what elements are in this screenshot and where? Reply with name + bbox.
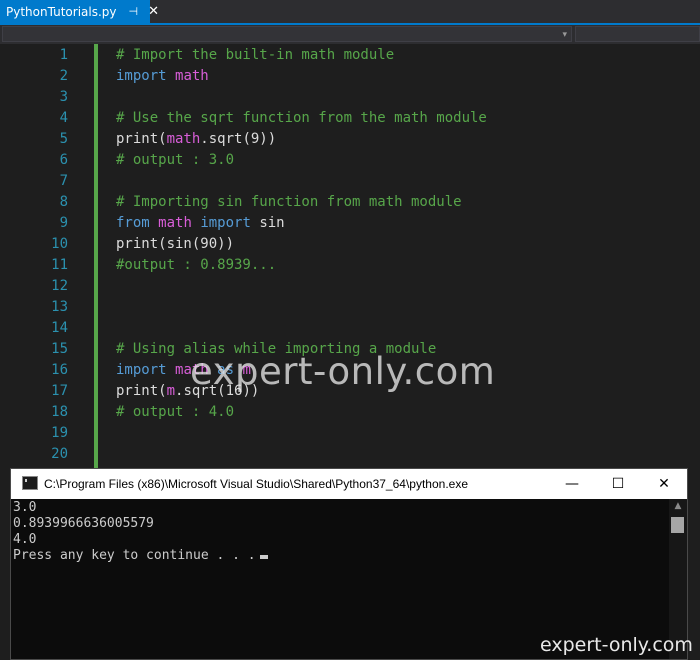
navigation-bar: ▾ [0,25,700,44]
code-token-comment: # Use the sqrt function from the math mo… [116,110,487,126]
code-token-default [167,68,175,84]
code-token-module: math [166,131,201,147]
code-line[interactable]: 2 import math [0,66,700,87]
code-token-comment: # output : 4.0 [116,404,235,420]
code-line[interactable]: 19 [0,423,700,444]
line-number: 1 [59,47,68,63]
line-number: 17 [51,383,68,399]
code-text: #output : 0.8939... [116,255,276,276]
line-number: 4 [59,110,68,126]
code-token-keyword: import [200,215,251,231]
line-number: 14 [51,320,68,336]
code-token-default [150,215,158,231]
code-text: import math [116,66,209,87]
watermark-text: expert-only.com [190,350,496,393]
scrollbar-thumb[interactable] [671,517,684,533]
code-line[interactable]: 7 [0,171,700,192]
code-token-default: print( [116,131,167,147]
console-title-bar[interactable]: C:\Program Files (x86)\Microsoft Visual … [11,469,687,499]
scope-dropdown[interactable]: ▾ [2,26,572,42]
code-line[interactable]: 13 [0,297,700,318]
code-line[interactable]: 12 [0,276,700,297]
chevron-down-icon: ▾ [562,30,567,40]
code-token-comment: #output : 0.8939... [116,257,277,273]
code-text: # Use the sqrt function from the math mo… [116,108,487,129]
code-line[interactable]: 1 # Import the built-in math module [0,45,700,66]
line-number: 5 [59,131,68,147]
tab-python-tutorials[interactable]: PythonTutorials.py ⊣ ✕ [0,0,159,23]
console-window[interactable]: C:\Program Files (x86)\Microsoft Visual … [10,468,688,660]
line-number: 20 [51,446,68,462]
line-number: 10 [51,236,68,252]
line-number: 19 [51,425,68,441]
code-token-keyword: from [116,215,150,231]
code-line[interactable]: 5 print(math.sqrt(9)) [0,129,700,150]
code-token-module: m [166,383,176,399]
code-token-default: print( [116,383,167,399]
scroll-up-icon[interactable]: ▲ [669,501,687,511]
console-line: 3.0 [13,500,37,515]
code-text: print(math.sqrt(9)) [116,129,276,150]
pin-icon[interactable]: ⊣ [129,5,139,18]
code-token-default [167,362,175,378]
minimize-button[interactable]: — [549,469,595,499]
code-line[interactable]: 8 # Importing sin function from math modu… [0,192,700,213]
text-cursor [259,555,268,559]
close-window-button[interactable]: ✕ [641,469,687,499]
console-app-icon [22,476,38,490]
code-line[interactable]: 10 print(sin(90)) [0,234,700,255]
close-tab-icon[interactable]: ✕ [148,4,159,19]
code-token-default: print(sin(90)) [116,236,235,252]
line-number: 8 [59,194,68,210]
maximize-button[interactable]: ☐ [595,469,641,499]
console-line: Press any key to continue . . . [13,548,256,563]
line-number: 2 [59,68,68,84]
code-token-module: math [175,68,209,84]
console-prompt-line: Press any key to continue . . . [13,548,268,564]
member-dropdown[interactable] [575,26,700,42]
code-text: # output : 4.0 [116,402,234,423]
code-line[interactable]: 4 # Use the sqrt function from the math m… [0,108,700,129]
code-text: from math import sin [116,213,285,234]
code-token-default: .sqrt(9)) [200,131,277,147]
line-number: 7 [59,173,68,189]
code-text: # Importing sin function from math modul… [116,192,462,213]
brand-watermark: expert-only.com [540,634,693,656]
code-line[interactable]: 18 # output : 4.0 [0,402,700,423]
code-line[interactable]: 11 #output : 0.8939... [0,255,700,276]
tab-filename: PythonTutorials.py [6,4,117,19]
code-line[interactable]: 14 [0,318,700,339]
line-number: 18 [51,404,68,420]
code-token-module: math [158,215,192,231]
document-tab-bar: PythonTutorials.py ⊣ ✕ [0,0,700,25]
code-text: print(sin(90)) [116,234,234,255]
code-token-keyword: import [116,362,167,378]
code-line[interactable]: 3 [0,87,700,108]
code-token-comment: # output : 3.0 [116,152,235,168]
line-number: 12 [51,278,68,294]
code-editor[interactable]: 1 # Import the built-in math module 2 impor… [0,44,700,468]
code-token-comment: # Import the built-in math module [116,47,395,63]
code-line[interactable]: 9 from math import sin [0,213,700,234]
line-number: 3 [59,89,68,105]
line-number: 16 [51,362,68,378]
line-number: 6 [59,152,68,168]
line-number: 11 [51,257,68,273]
console-line: 4.0 [13,532,37,547]
code-token-keyword: import [116,68,167,84]
code-line[interactable]: 20 [0,444,700,465]
code-text: # output : 3.0 [116,150,234,171]
code-token-default: sin [250,215,285,231]
code-text: # Import the built-in math module [116,45,394,66]
code-token-comment: # Importing sin function from math modul… [116,194,462,210]
code-line[interactable]: 6 # output : 3.0 [0,150,700,171]
line-number: 15 [51,341,68,357]
line-number: 13 [51,299,68,315]
line-number: 9 [59,215,68,231]
console-line: 0.8939966636005579 [13,516,154,531]
console-title: C:\Program Files (x86)\Microsoft Visual … [44,477,468,491]
